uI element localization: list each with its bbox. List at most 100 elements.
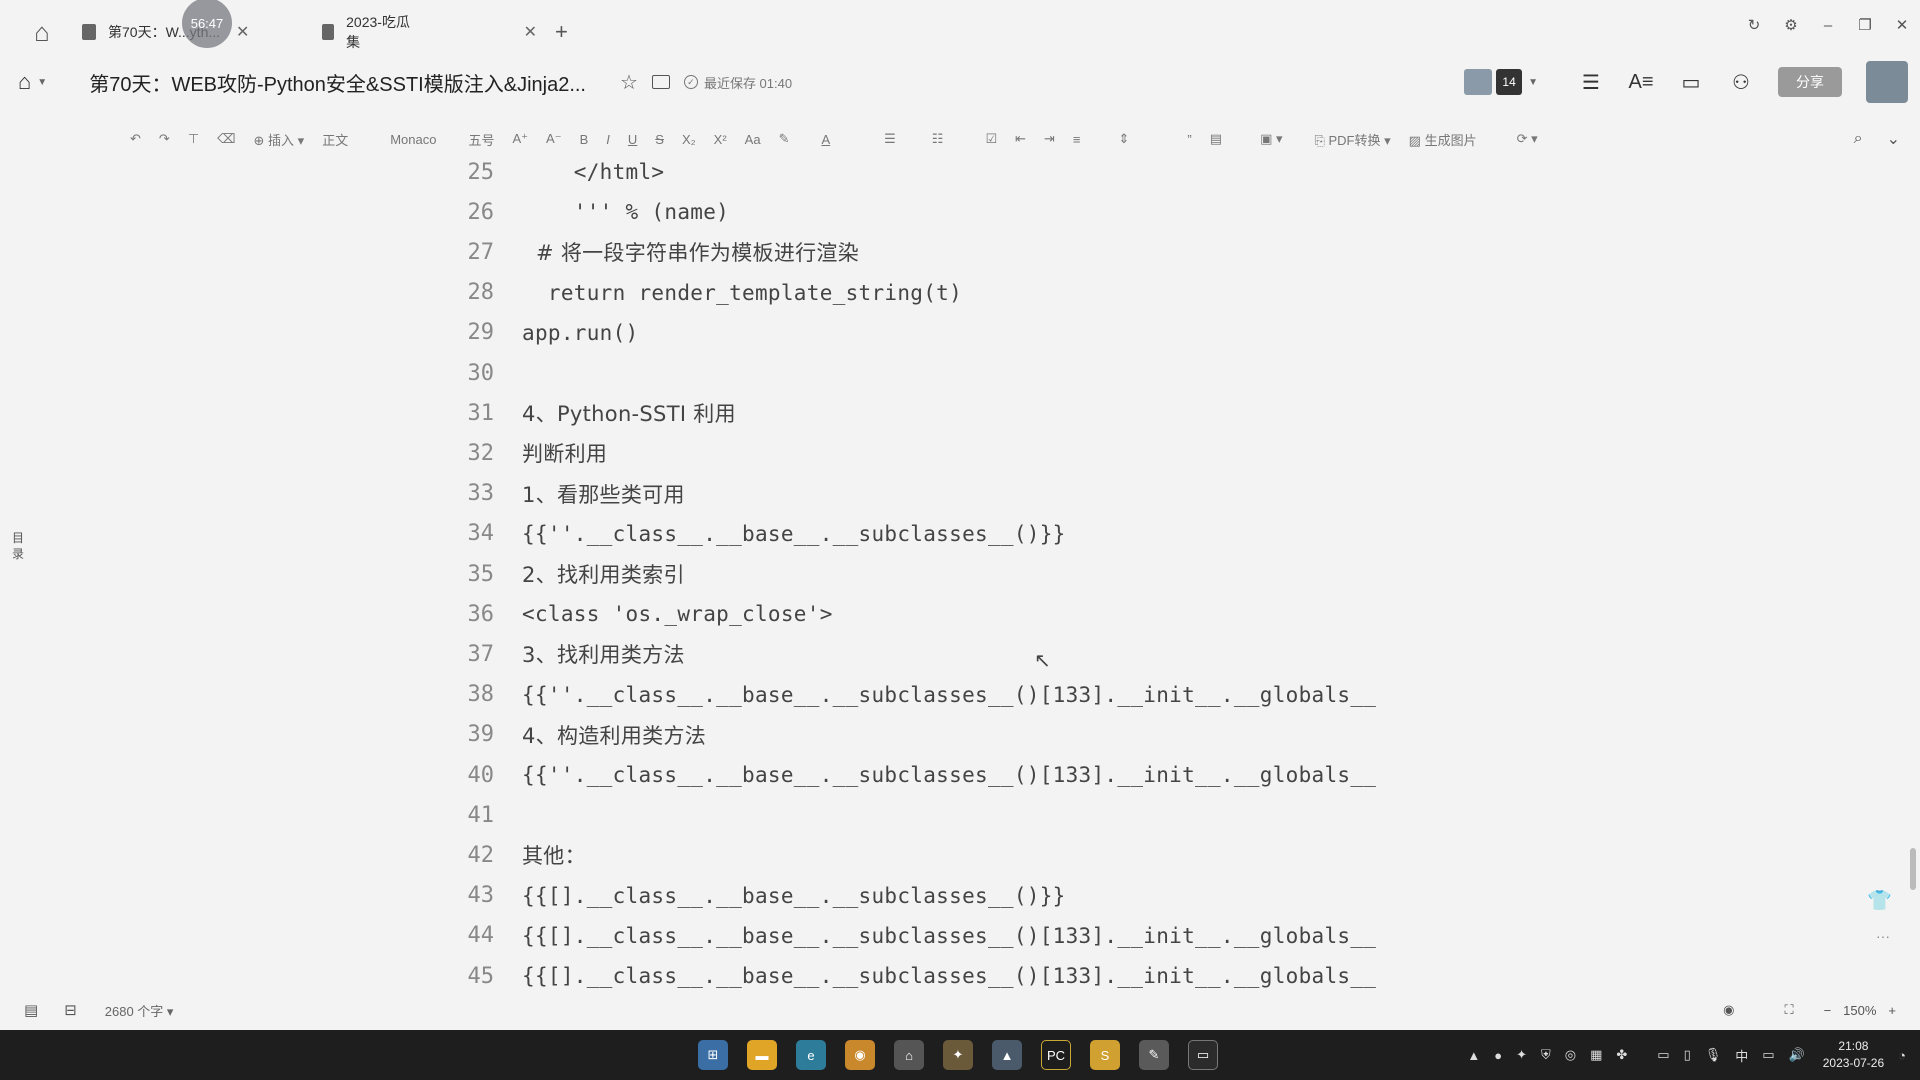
ime-indicator[interactable]: 中 xyxy=(1735,1046,1748,1065)
pycharm-icon[interactable]: PC xyxy=(1041,1040,1071,1070)
outline-icon[interactable]: ▤ xyxy=(24,1001,38,1019)
refresh-icon[interactable]: ↻ xyxy=(1736,16,1772,34)
insert-button[interactable]: ⊕ 插入 ▾ xyxy=(254,130,305,149)
tray-app-icon[interactable]: ◎ xyxy=(1565,1047,1576,1063)
notes-app-icon[interactable]: ⌂ xyxy=(894,1040,924,1070)
tray-app-icon[interactable]: ▦ xyxy=(1590,1047,1602,1063)
tray-app-icon[interactable]: ✤ xyxy=(1616,1047,1627,1063)
code-line[interactable]: 33 1、看那些类可用 xyxy=(0,474,1920,514)
chevron-down-icon[interactable]: ▼ xyxy=(37,77,47,88)
code-line[interactable]: 41 xyxy=(0,795,1920,835)
tool-app-icon[interactable]: ✦ xyxy=(943,1040,973,1070)
share-button[interactable]: 分享 xyxy=(1778,67,1842,97)
home-icon[interactable]: ⌂ xyxy=(18,69,31,95)
microphone-icon[interactable]: 🎙 xyxy=(1705,1047,1722,1063)
fullscreen-icon[interactable]: ⛶ xyxy=(1784,1002,1793,1018)
add-user-icon[interactable]: ⚇ xyxy=(1728,70,1754,95)
more-icon[interactable]: ··· xyxy=(1876,928,1890,944)
eraser-icon[interactable]: ⌫ xyxy=(217,131,235,147)
start-icon[interactable]: ⊞ xyxy=(698,1040,728,1070)
code-line[interactable]: 45 {{[].__class__.__base__.__subclasses__… xyxy=(0,956,1920,990)
bullet-list-icon[interactable]: ☰ xyxy=(884,131,896,147)
tray-app-icon[interactable]: ● xyxy=(1494,1048,1502,1063)
folder-icon[interactable] xyxy=(651,75,670,89)
zoom-in-button[interactable]: + xyxy=(1888,1003,1896,1018)
redo-icon[interactable]: ↷ xyxy=(159,131,170,147)
sublime-icon[interactable]: S xyxy=(1090,1040,1120,1070)
photos-icon[interactable]: ▲ xyxy=(992,1040,1022,1070)
tray-app-icon[interactable]: ▲ xyxy=(1467,1048,1480,1063)
close-icon[interactable]: ✕ xyxy=(524,22,537,42)
bold-icon[interactable]: B xyxy=(580,132,589,147)
battery-icon[interactable]: ▯ xyxy=(1684,1047,1691,1063)
indent-increase-icon[interactable]: ⇥ xyxy=(1044,131,1055,147)
checklist-icon[interactable]: ☑ xyxy=(985,131,997,147)
code-line[interactable]: 37 3、找利用类方法 xyxy=(0,634,1920,674)
code-line[interactable]: 30 xyxy=(0,353,1920,393)
code-line[interactable]: 27 # 将一段字符串作为模板进行渲染 xyxy=(0,232,1920,272)
edge-icon[interactable]: e xyxy=(796,1040,826,1070)
font-size-select[interactable]: 五号 xyxy=(468,130,494,149)
settings-icon[interactable]: ⚙ xyxy=(1773,16,1809,34)
menu-icon[interactable]: ☰ xyxy=(1578,70,1604,95)
numbered-list-icon[interactable]: ☷ xyxy=(932,131,944,147)
zoom-out-button[interactable]: − xyxy=(1824,1003,1832,1018)
code-editor[interactable]: 25 </html> 26 ''' % (name) 27 # 将一段字符串作为模板… xyxy=(0,156,1920,990)
code-line[interactable]: 43 {{[].__class__.__base__.__subclasses__… xyxy=(0,876,1920,916)
strikethrough-icon[interactable]: S xyxy=(655,132,664,147)
italic-icon[interactable]: I xyxy=(606,132,610,147)
code-block-icon[interactable]: ▤ xyxy=(1210,131,1222,147)
system-clock[interactable]: 21:08 2023-07-26 xyxy=(1823,1038,1884,1072)
text-style-icon[interactable]: A≡ xyxy=(1628,71,1654,94)
code-line[interactable]: 40 {{''.__class__.__base__.__subclasses__… xyxy=(0,755,1920,795)
tray-app-icon[interactable]: ✦ xyxy=(1516,1047,1527,1063)
code-line[interactable]: 31 4、Python-SSTI 利用 xyxy=(0,393,1920,433)
search-icon[interactable]: ⌕ xyxy=(1854,130,1863,148)
code-line[interactable]: 29 app.run() xyxy=(0,313,1920,353)
notification-icon[interactable]: ◔ xyxy=(1898,1048,1906,1063)
chevron-down-icon[interactable]: ⌄ xyxy=(1887,129,1900,149)
document-title[interactable]: 第70天：WEB攻防-Python安全&SSTI模版注入&Jinja2... xyxy=(89,68,586,97)
format-painter-icon[interactable]: ⊤ xyxy=(188,131,199,147)
editor-app-icon[interactable]: ✎ xyxy=(1139,1040,1169,1070)
paragraph-style-select[interactable]: 正文 xyxy=(322,130,348,149)
network-icon[interactable]: ▭ xyxy=(1762,1047,1774,1063)
line-spacing-icon[interactable]: ⇕ xyxy=(1119,131,1130,147)
pdf-convert-button[interactable]: ⎘ PDF转换 ▾ xyxy=(1314,130,1390,149)
maximize-button[interactable]: ❐ xyxy=(1847,16,1883,34)
volume-icon[interactable]: 🔊 xyxy=(1789,1047,1805,1063)
font-family-select[interactable]: Monaco xyxy=(390,132,436,147)
collaborators[interactable]: 14 ▼ xyxy=(1464,69,1538,95)
zoom-level[interactable]: 150% xyxy=(1843,1003,1876,1018)
code-line[interactable]: 42 其他： xyxy=(0,835,1920,875)
new-tab-button[interactable]: + xyxy=(555,19,568,45)
code-line[interactable]: 44 {{[].__class__.__base__.__subclasses__… xyxy=(0,916,1920,956)
minimize-button[interactable]: – xyxy=(1810,17,1846,34)
subscript-icon[interactable]: X₂ xyxy=(682,132,696,147)
assistant-icon[interactable]: 👕 xyxy=(1867,888,1892,913)
underline-icon[interactable]: U xyxy=(628,132,637,147)
close-icon[interactable]: ✕ xyxy=(236,22,249,42)
present-icon[interactable]: ▭ xyxy=(1678,70,1704,95)
terminal-icon[interactable]: ▭ xyxy=(1188,1040,1218,1070)
align-icon[interactable]: ≡ xyxy=(1073,132,1081,147)
superscript-icon[interactable]: X² xyxy=(714,132,727,147)
increase-font-icon[interactable]: A⁺ xyxy=(512,131,528,147)
tab-second-doc[interactable]: 2023-吃瓜集 ✕ xyxy=(322,12,537,52)
code-line[interactable]: 38 {{''.__class__.__base__.__subclasses__… xyxy=(0,675,1920,715)
code-line[interactable]: 25 </html> xyxy=(0,156,1920,192)
file-explorer-icon[interactable]: ▬ xyxy=(747,1040,777,1070)
undo-icon[interactable]: ↶ xyxy=(130,131,141,147)
highlight-icon[interactable]: ✎ xyxy=(779,131,790,147)
vertical-scrollbar[interactable] xyxy=(1910,848,1916,890)
generate-image-button[interactable]: ▨ 生成图片 xyxy=(1409,130,1477,149)
font-color-icon[interactable]: A xyxy=(821,132,830,147)
close-window-button[interactable]: ✕ xyxy=(1884,16,1920,34)
text-effect-icon[interactable]: Aa xyxy=(745,132,761,147)
code-line[interactable]: 34 {{''.__class__.__base__.__subclasses__… xyxy=(0,514,1920,554)
code-line[interactable]: 28 return render_template_string(t) xyxy=(0,273,1920,313)
shield-icon[interactable]: ⛨ xyxy=(1541,1047,1551,1063)
app-logo-icon[interactable]: ⌂ xyxy=(22,12,62,52)
code-line[interactable]: 36 <class 'os._wrap_close'> xyxy=(0,594,1920,634)
image-icon[interactable]: ▣ ▾ xyxy=(1260,131,1282,147)
